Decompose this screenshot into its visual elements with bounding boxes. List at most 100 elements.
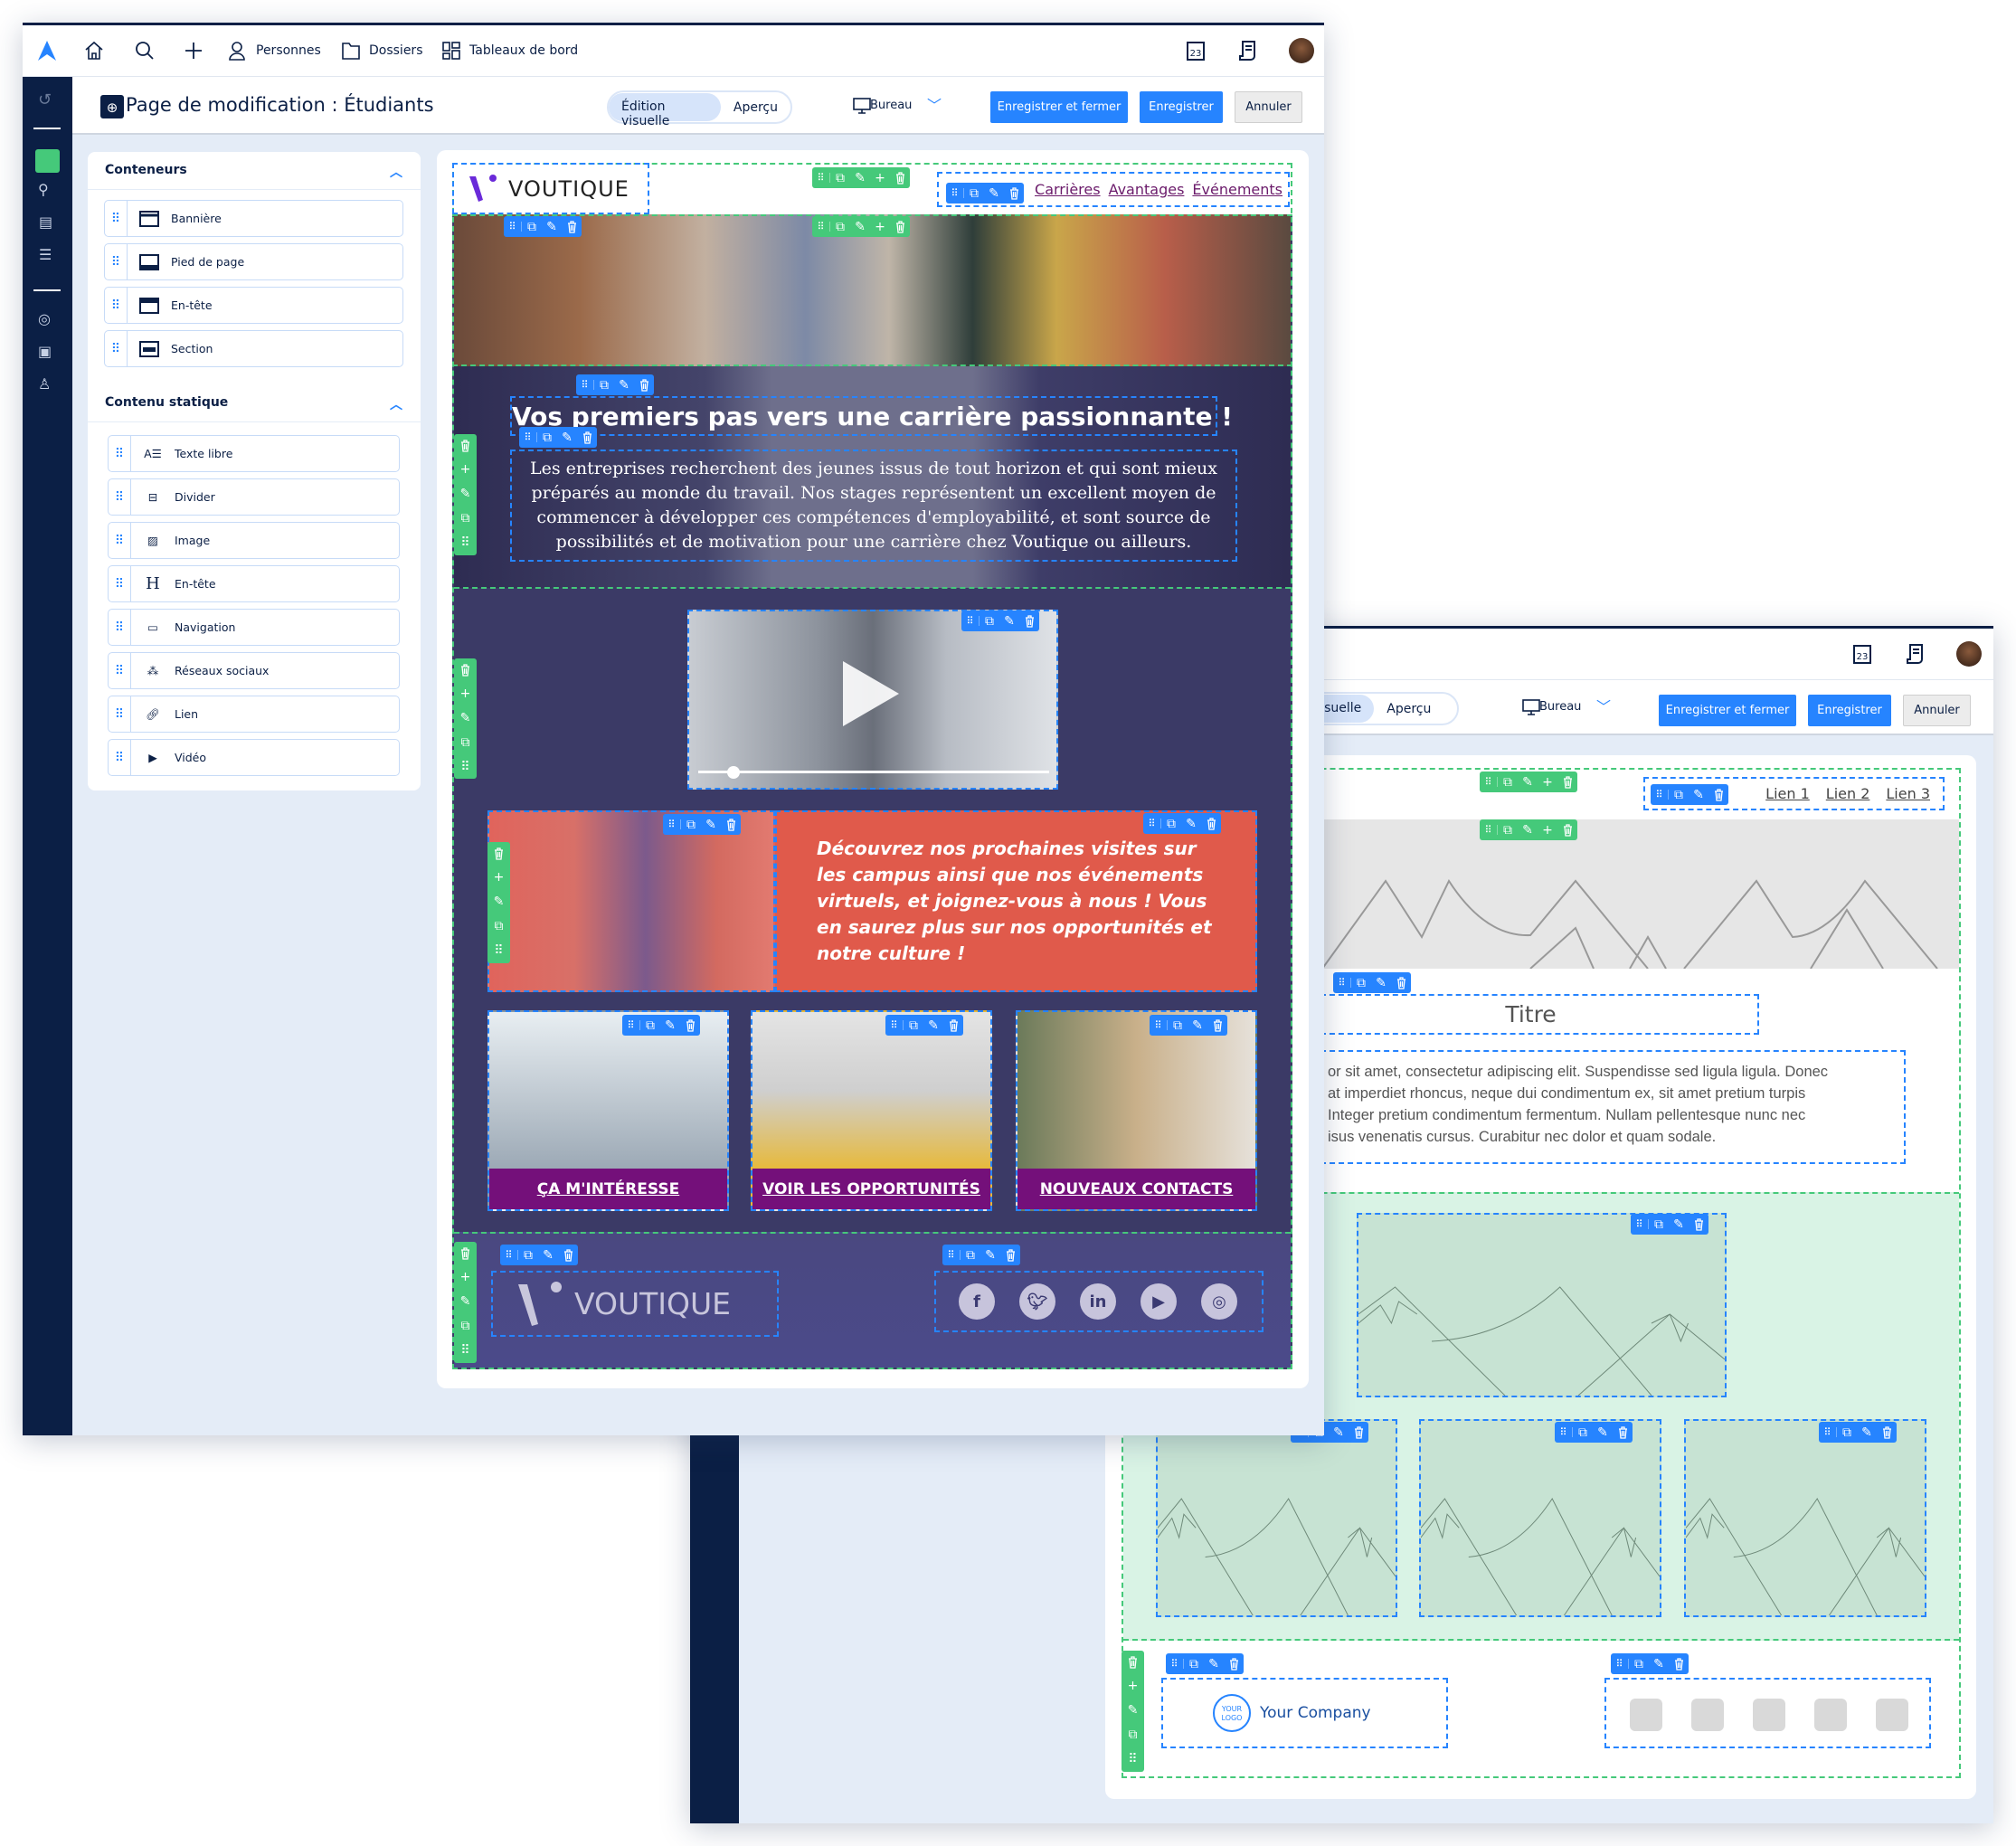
component-pied-de-page[interactable]: ⠿ Pied de page <box>104 243 403 280</box>
drag-icon[interactable]: ⠿ <box>1143 819 1161 828</box>
home-icon[interactable] <box>84 41 104 61</box>
plus-icon[interactable]: + <box>460 1270 471 1284</box>
footer-logo-toolbar[interactable]: ⠿ ⧉ ✎ <box>500 1245 578 1265</box>
save-button[interactable]: Enregistrer <box>1140 91 1223 123</box>
video-progress-thumb[interactable] <box>726 766 740 779</box>
drag-handle-icon[interactable]: ⠿ <box>109 740 131 775</box>
drag-icon[interactable]: ⠿ <box>519 432 537 442</box>
component-banniere[interactable]: ⠿ Bannière <box>104 200 403 237</box>
plus-icon[interactable]: + <box>1538 824 1557 837</box>
plus-icon[interactable]: + <box>494 870 505 885</box>
copy-icon[interactable]: ⧉ <box>1498 824 1518 837</box>
chevron-down-icon[interactable]: ﹀ <box>927 93 942 115</box>
drag-icon[interactable]: ⠿ <box>1480 825 1498 835</box>
chevron-up-icon[interactable]: ︿ <box>390 163 402 181</box>
calendar-icon[interactable]: 23 <box>1186 40 1206 62</box>
drag-handle-icon[interactable]: ⠿ <box>109 610 131 645</box>
social-placeholder-icon[interactable] <box>1691 1699 1724 1731</box>
pencil-icon[interactable]: ✎ <box>1669 1218 1689 1231</box>
copy-icon[interactable]: ⧉ <box>681 819 701 831</box>
drag-icon[interactable]: ⠿ <box>961 616 980 626</box>
copy-icon[interactable]: ⧉ <box>461 511 470 525</box>
telescope-icon[interactable]: ⚲ <box>38 181 49 198</box>
cancel-button[interactable]: Annuler <box>1903 695 1971 726</box>
drag-icon[interactable]: ⠿ <box>1333 978 1351 988</box>
trash-icon[interactable] <box>1000 1248 1020 1262</box>
copy-icon[interactable]: ⧉ <box>1629 1658 1649 1671</box>
pencil-icon[interactable]: ✎ <box>1181 818 1201 830</box>
drag-icon[interactable]: ⠿ <box>500 1250 518 1260</box>
image-toolbar[interactable]: ⠿⧉✎ <box>1631 1214 1708 1235</box>
copy-icon[interactable]: ⧉ <box>964 187 984 200</box>
drag-icon[interactable]: ⠿ <box>1651 790 1669 800</box>
drag-icon[interactable]: ⠿ <box>1128 1752 1137 1766</box>
drag-icon[interactable]: ⠿ <box>812 173 830 183</box>
document-icon[interactable]: ▤ <box>39 213 52 231</box>
nav-toolbar[interactable]: ⠿ ⧉ ✎ <box>1651 784 1728 805</box>
trash-icon[interactable] <box>1613 1425 1633 1439</box>
drag-icon[interactable]: ⠿ <box>460 1343 469 1358</box>
section-side-toolbar[interactable]: + ✎ ⧉ ⠿ <box>454 434 477 555</box>
save-button[interactable]: Enregistrer <box>1808 695 1891 726</box>
image-toolbar[interactable]: ⠿⧉✎ <box>1555 1422 1633 1443</box>
drag-icon[interactable]: ⠿ <box>812 222 830 232</box>
drag-icon[interactable]: ⠿ <box>1555 1427 1573 1437</box>
drag-handle-icon[interactable]: ⠿ <box>105 244 128 279</box>
drag-icon[interactable]: ⠿ <box>1611 1659 1629 1669</box>
footer-side-toolbar[interactable]: + ✎ ⧉ ⠿ <box>454 1242 477 1363</box>
pencil-icon[interactable]: ✎ <box>660 1019 680 1032</box>
linkedin-icon[interactable]: in <box>1080 1283 1116 1320</box>
component-divider[interactable]: ⠿ ⊟ Divider <box>108 478 400 516</box>
device-select[interactable]: Bureau <box>870 99 912 112</box>
promo-text[interactable]: Découvrez nos prochaines visites sur les… <box>775 810 1257 992</box>
trash-icon[interactable] <box>562 220 582 233</box>
notes-icon[interactable] <box>1905 642 1925 666</box>
pencil-icon[interactable]: ✎ <box>1593 1426 1613 1439</box>
pencil-icon[interactable]: ✎ <box>1518 824 1538 837</box>
drag-icon[interactable]: ⠿ <box>576 380 594 390</box>
instagram-icon[interactable]: ◎ <box>1201 1283 1237 1320</box>
trash-icon[interactable] <box>1201 817 1221 830</box>
calendar-icon[interactable]: 23 <box>1852 643 1872 665</box>
banner-image-toolbar[interactable]: ⠿ ⧉ ✎ <box>504 216 582 237</box>
copy-icon[interactable]: ⧉ <box>830 221 850 233</box>
pages-icon[interactable] <box>35 149 60 173</box>
pencil-icon[interactable]: ✎ <box>538 1249 558 1262</box>
copy-icon[interactable]: ⧉ <box>1129 1728 1138 1742</box>
trash-icon[interactable] <box>890 171 910 185</box>
pencil-icon[interactable]: ✎ <box>542 221 562 233</box>
headline-toolbar[interactable]: ⠿ ⧉ ✎ <box>576 374 654 395</box>
chevron-up-icon[interactable]: ︿ <box>390 395 402 413</box>
component-reseaux-sociaux[interactable]: ⠿ ⁂ Réseaux sociaux <box>108 652 400 689</box>
device-select[interactable]: Bureau <box>1539 700 1581 714</box>
pencil-icon[interactable]: ✎ <box>1857 1426 1877 1439</box>
pencil-icon[interactable]: ✎ <box>850 221 870 233</box>
trash-icon[interactable] <box>1391 976 1411 989</box>
search-icon[interactable] <box>135 41 155 61</box>
copy-icon[interactable]: ⧉ <box>518 1249 538 1262</box>
pencil-icon[interactable]: ✎ <box>984 187 1004 200</box>
trash-icon[interactable] <box>680 1018 700 1032</box>
drag-icon[interactable]: ⠿ <box>663 819 681 829</box>
nav-link-3[interactable]: Lien 3 <box>1886 785 1930 802</box>
drag-icon[interactable]: ⠿ <box>942 1250 961 1260</box>
pencil-icon[interactable]: ✎ <box>1204 1658 1224 1671</box>
nav-personnes[interactable]: Personnes <box>256 43 321 58</box>
drag-icon[interactable]: ⠿ <box>885 1020 904 1030</box>
pencil-icon[interactable]: ✎ <box>1649 1658 1669 1671</box>
card-toolbar[interactable]: ⠿ ⧉ ✎ <box>885 1015 963 1036</box>
trash-icon[interactable] <box>890 220 910 233</box>
list-icon[interactable]: ☰ <box>39 246 52 263</box>
drag-handle-icon[interactable]: ⠿ <box>109 479 131 515</box>
play-icon[interactable] <box>843 661 899 726</box>
mode-toggle[interactable]: Édition visuelle Aperçu <box>607 90 792 128</box>
nav-toolbar[interactable]: ⠿ ⧉ ✎ <box>946 183 1024 204</box>
promo-side-toolbar[interactable]: + ✎ ⧉ ⠿ <box>487 842 510 963</box>
cta-button[interactable]: NOUVEAUX CONTACTS <box>1017 1169 1255 1209</box>
target-icon[interactable]: ◎ <box>38 310 51 327</box>
trash-icon[interactable] <box>1128 1655 1138 1669</box>
trash-icon[interactable] <box>1557 823 1577 837</box>
copy-icon[interactable]: ⧉ <box>1669 789 1689 801</box>
social-placeholder-icon[interactable] <box>1876 1699 1908 1731</box>
drag-handle-icon[interactable]: ⠿ <box>105 288 128 323</box>
